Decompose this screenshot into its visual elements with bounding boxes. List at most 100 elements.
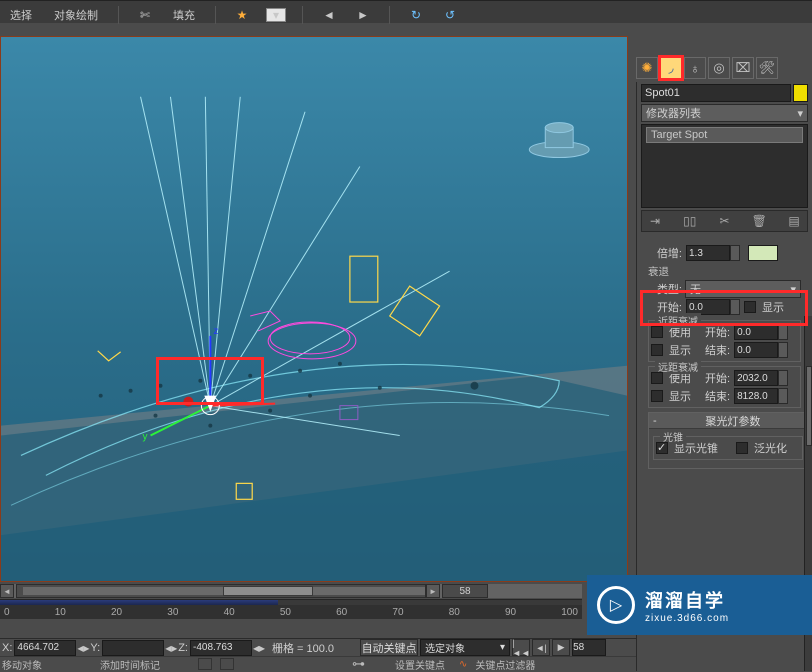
- far-use-checkbox[interactable]: [651, 372, 663, 384]
- y-field[interactable]: [102, 640, 164, 656]
- ruler-tick: 50: [280, 607, 291, 618]
- ruler-tick: 10: [55, 607, 66, 618]
- prev-frame-icon[interactable]: ◄|: [532, 639, 550, 656]
- far-end-field[interactable]: [734, 388, 778, 404]
- spinner-icon[interactable]: [778, 388, 788, 404]
- motion-panel-icon[interactable]: ◎: [708, 57, 730, 79]
- light-color-swatch[interactable]: [748, 245, 778, 261]
- modifier-list-dropdown[interactable]: 修改器列表▾: [641, 104, 808, 122]
- modstack-item[interactable]: Target Spot: [646, 127, 803, 143]
- z-label: Z:: [178, 642, 188, 654]
- y-label: Y:: [90, 642, 100, 654]
- ruler-tick: 0: [4, 607, 10, 618]
- modifier-stack[interactable]: Target Spot: [641, 124, 808, 208]
- key-filter-select[interactable]: 选定对象▾: [420, 639, 510, 656]
- far-show-checkbox[interactable]: [651, 390, 663, 402]
- near-start-field[interactable]: [734, 324, 778, 340]
- decay-label: 衰退: [648, 264, 669, 279]
- ruler-tick: 90: [505, 607, 516, 618]
- ruler-tick: 60: [336, 607, 347, 618]
- spinner-icon[interactable]: [778, 324, 788, 340]
- next-icon[interactable]: ►: [353, 7, 373, 23]
- x-field[interactable]: [14, 640, 76, 656]
- multiplier-label: 倍增:: [648, 245, 682, 261]
- tab-fill[interactable]: 填充: [169, 6, 199, 24]
- object-name-field[interactable]: [641, 84, 791, 102]
- display-panel-icon[interactable]: ⌧: [732, 57, 754, 79]
- create-panel-icon[interactable]: ✺: [636, 57, 658, 79]
- configure-sets-icon[interactable]: ▤: [785, 213, 803, 229]
- spinner-icon[interactable]: [730, 245, 740, 261]
- near-use-checkbox[interactable]: [651, 326, 663, 338]
- watermark-play-icon: ▷: [597, 586, 635, 624]
- multiplier-field[interactable]: [686, 245, 730, 261]
- status-add-timetag: 添加时间标记: [100, 657, 160, 672]
- far-atten-group: 远距衰减 使用 开始: 显示 结束:: [648, 366, 801, 408]
- play-icon[interactable]: ▶: [552, 639, 570, 656]
- svg-text:z: z: [213, 326, 218, 337]
- tag-icon[interactable]: [220, 658, 234, 670]
- x-label: X:: [2, 642, 12, 654]
- command-panel-tabs: ✺ ◞ ♁ ◎ ⌧ 🛠: [632, 55, 808, 81]
- ruler-tick: 70: [392, 607, 403, 618]
- ruler-tick: 40: [224, 607, 235, 618]
- status-set-key: 设置关键点: [395, 657, 445, 672]
- show-cone-checkbox[interactable]: [656, 442, 668, 454]
- near-atten-group: 近距衰减 使用 开始: 显示 结束:: [648, 320, 801, 362]
- time-slider[interactable]: 58 / 100: [16, 584, 426, 598]
- lock-icon[interactable]: [198, 658, 212, 670]
- modify-panel-icon[interactable]: ◞: [660, 57, 682, 79]
- near-show-checkbox[interactable]: [651, 344, 663, 356]
- ruler-tick: 100: [561, 607, 578, 618]
- autokey-button[interactable]: 自动关键点: [360, 639, 418, 656]
- watermark: ▷ 溜溜自学 zixue.3d66.com: [587, 575, 812, 635]
- goto-start-icon[interactable]: |◄◄: [512, 639, 530, 656]
- current-frame-box: 58: [442, 584, 488, 598]
- tab-object-paint[interactable]: 对象绘制: [50, 6, 102, 24]
- trackbar[interactable]: 0 10 20 30 40 50 60 70 80 90 100: [0, 599, 582, 621]
- grid-readout: 栅格 = 100.0: [272, 640, 334, 656]
- svg-text:y: y: [143, 432, 148, 443]
- remove-mod-icon[interactable]: 🗑: [750, 213, 768, 229]
- redo-icon[interactable]: ↻: [406, 7, 426, 23]
- status-key-filter: 关键点过滤器: [475, 657, 535, 672]
- far-start-field[interactable]: [734, 370, 778, 386]
- spotlight-params-rollout: -聚光灯参数 光锥 显示光锥 泛光化: [648, 412, 808, 469]
- spinner-icon[interactable]: ◂▸: [254, 640, 264, 656]
- timeline-prev-icon[interactable]: ◄: [0, 584, 14, 598]
- prev-icon[interactable]: ◄: [319, 7, 339, 23]
- tab-select[interactable]: 选择: [6, 6, 36, 24]
- viewport[interactable]: z y: [0, 36, 628, 582]
- modifier-stack-toolbar: ⇥ ▯▯ ✂ 🗑 ▤: [641, 210, 808, 232]
- undo-icon[interactable]: ↺: [440, 7, 460, 23]
- spinner-icon[interactable]: ◂▸: [166, 640, 176, 656]
- near-end-field[interactable]: [734, 342, 778, 358]
- spinner-icon[interactable]: [778, 342, 788, 358]
- status-move-object: 移动对象: [2, 657, 42, 672]
- current-frame-field[interactable]: [572, 639, 606, 656]
- paintbucket-icon[interactable]: ★: [232, 7, 252, 23]
- spotlight-params-title: 聚光灯参数: [663, 413, 803, 429]
- spinner-icon[interactable]: ◂▸: [78, 640, 88, 656]
- timeline-next-icon[interactable]: ►: [426, 584, 440, 598]
- hierarchy-panel-icon[interactable]: ♁: [684, 57, 706, 79]
- highlight-selection: [156, 357, 264, 405]
- ruler-tick: 20: [111, 607, 122, 618]
- spinner-icon[interactable]: [778, 370, 788, 386]
- cut-icon[interactable]: ✄: [135, 7, 155, 23]
- z-field[interactable]: [190, 640, 252, 656]
- time-slider-handle[interactable]: [223, 586, 313, 596]
- ruler-tick: 80: [449, 607, 460, 618]
- highlight-multiplier: [640, 290, 808, 326]
- object-color-swatch[interactable]: [793, 84, 808, 102]
- key-icon: ⊶: [352, 656, 367, 672]
- cone-group: 光锥 显示光锥 泛光化: [653, 436, 803, 460]
- toolbar-swatch[interactable]: ▾: [266, 8, 286, 22]
- overshoot-checkbox[interactable]: [736, 442, 748, 454]
- make-unique-icon[interactable]: ✂: [716, 213, 734, 229]
- utilities-panel-icon[interactable]: 🛠: [756, 57, 778, 79]
- pin-stack-icon[interactable]: ⇥: [646, 213, 664, 229]
- time-slider-area: ◄ 58 / 100 ► 58: [0, 584, 582, 598]
- show-end-result-icon[interactable]: ▯▯: [681, 213, 699, 229]
- ruler-tick: 30: [167, 607, 178, 618]
